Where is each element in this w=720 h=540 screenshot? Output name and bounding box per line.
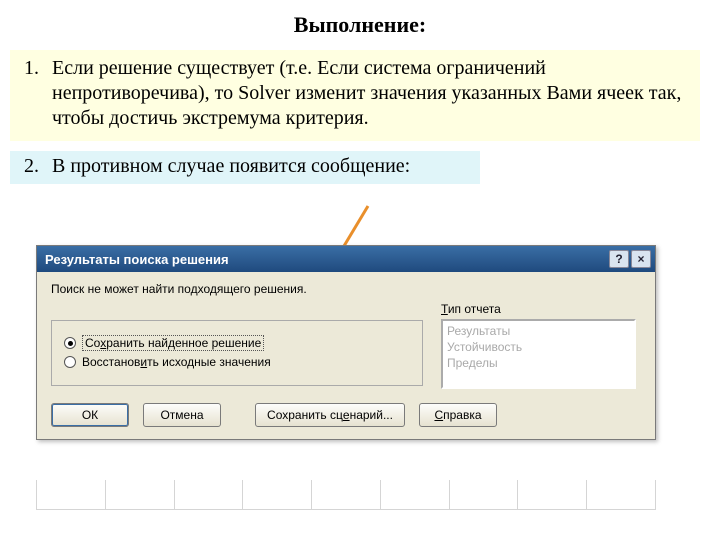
list-number: 2. <box>24 155 52 178</box>
report-type-listbox[interactable]: Результаты Устойчивость Пределы <box>441 319 636 389</box>
radio-group: Сохранить найденное решение Восстановить… <box>51 320 423 386</box>
button-row: ОК Отмена Сохранить сценарий... Справка <box>51 403 641 427</box>
list-item: Результаты <box>447 323 630 339</box>
radio-label: Сохранить найденное решение <box>82 335 264 351</box>
ok-button[interactable]: ОК <box>51 403 129 427</box>
report-type-label: Тип отчета <box>441 302 641 316</box>
slide-title: Выполнение: <box>0 0 720 46</box>
list-item: Устойчивость <box>447 339 630 355</box>
list-text: Если решение существует (т.е. Если систе… <box>52 56 690 131</box>
dialog-title: Результаты поиска решения <box>45 252 229 267</box>
list-item-1: 1. Если решение существует (т.е. Если си… <box>10 50 700 141</box>
help-button[interactable]: Справка <box>419 403 497 427</box>
list-number: 1. <box>24 56 52 131</box>
radio-restore-values[interactable]: Восстановить исходные значения <box>64 355 410 369</box>
list-item-2: 2. В противном случае появится сообщение… <box>10 151 480 184</box>
list-text: В противном случае появится сообщение: <box>52 155 472 178</box>
dialog-titlebar[interactable]: Результаты поиска решения ? × <box>37 246 655 272</box>
radio-icon <box>64 337 76 349</box>
save-scenario-button[interactable]: Сохранить сценарий... <box>255 403 405 427</box>
help-icon[interactable]: ? <box>609 250 629 268</box>
spreadsheet-grid <box>36 480 656 510</box>
list-item: Пределы <box>447 355 630 371</box>
dialog-message: Поиск не может найти подходящего решения… <box>51 282 641 296</box>
radio-keep-solution[interactable]: Сохранить найденное решение <box>64 335 410 351</box>
radio-icon <box>64 356 76 368</box>
solver-results-dialog: Результаты поиска решения ? × Поиск не м… <box>36 245 656 440</box>
radio-label: Восстановить исходные значения <box>82 355 271 369</box>
close-icon[interactable]: × <box>631 250 651 268</box>
cancel-button[interactable]: Отмена <box>143 403 221 427</box>
